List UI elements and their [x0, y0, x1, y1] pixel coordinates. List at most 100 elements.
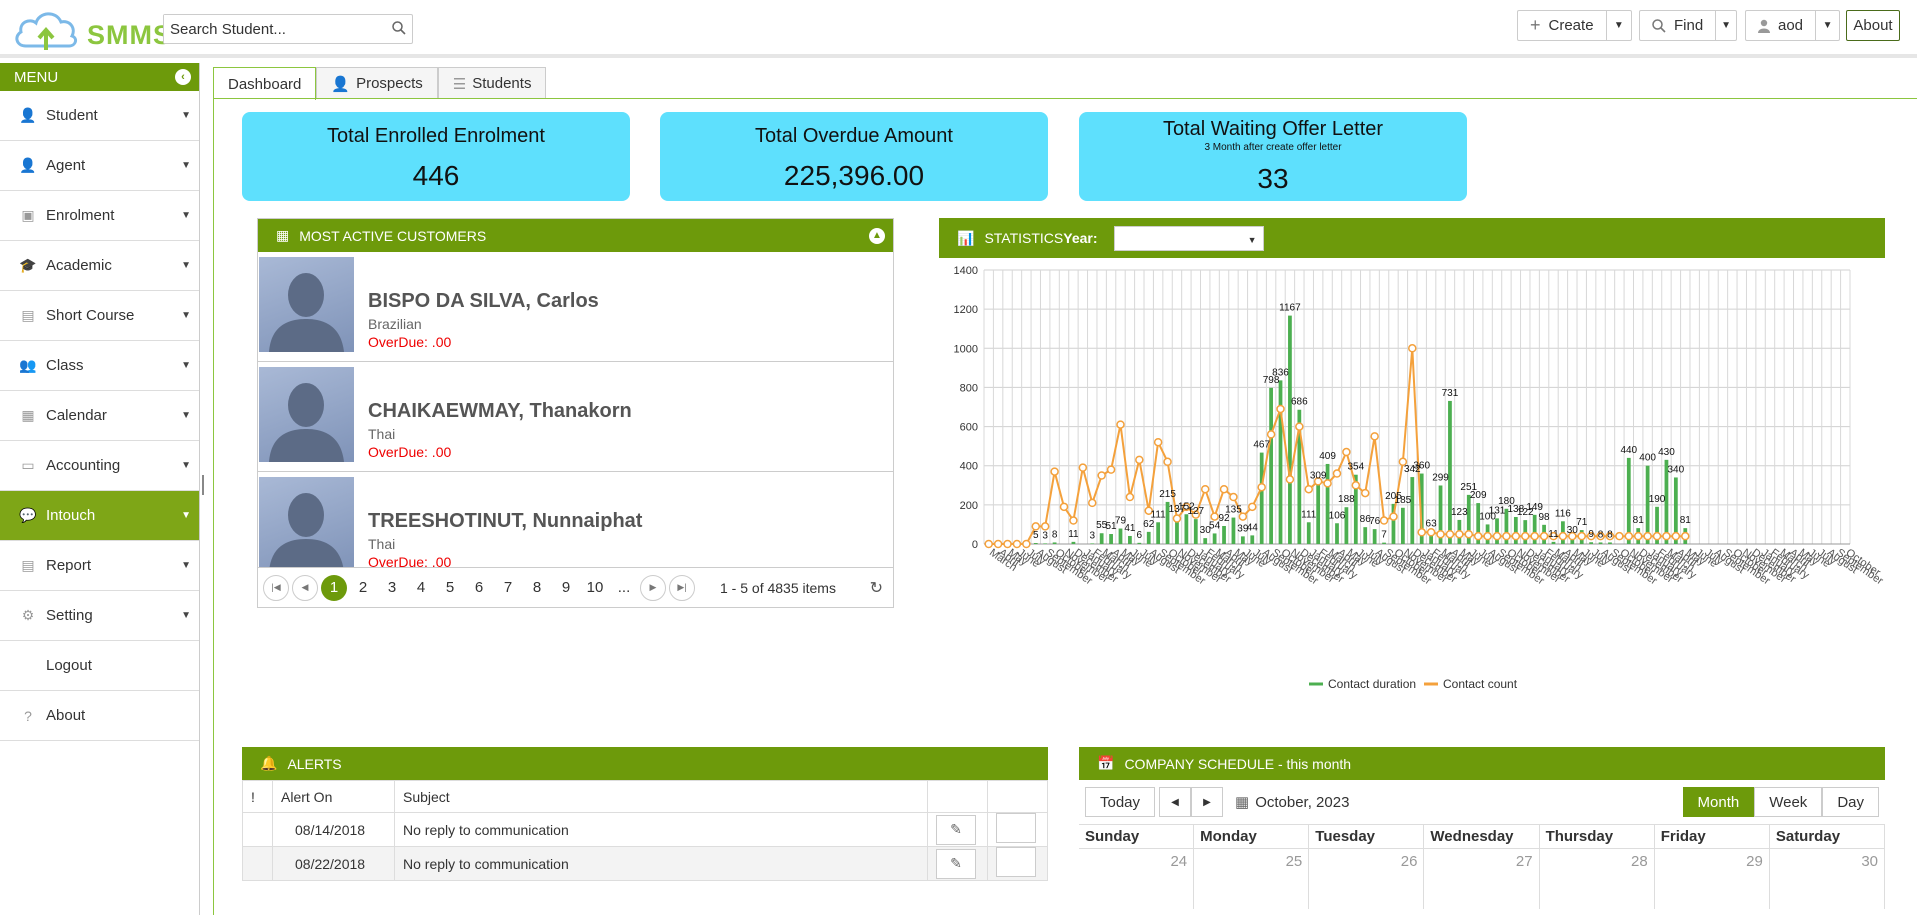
last-page-icon[interactable]: ▶| — [669, 574, 695, 601]
edit-icon[interactable]: ✎ — [936, 848, 976, 879]
column-header[interactable]: Subject — [394, 780, 928, 813]
chart-point — [1285, 475, 1295, 484]
page-button[interactable]: 7 — [495, 575, 521, 601]
calendar-day[interactable]: 30 — [1770, 849, 1885, 909]
page-button[interactable]: 6 — [466, 575, 492, 601]
next-page-icon[interactable]: ▶ — [640, 574, 666, 601]
action-button[interactable] — [996, 813, 1036, 843]
chart-bar — [1400, 507, 1405, 544]
view-month-button[interactable]: Month — [1682, 787, 1755, 817]
view-week-button[interactable]: Week — [1754, 787, 1823, 817]
column-header[interactable]: ! — [242, 780, 273, 813]
refresh-icon[interactable]: ↻ — [870, 578, 883, 598]
panel-header: 📅 COMPANY SCHEDULE - this month — [1079, 747, 1885, 780]
chart-bar — [1043, 543, 1048, 544]
tab-prospects[interactable]: 👤 Prospects — [316, 67, 438, 99]
search-input[interactable] — [164, 15, 379, 43]
prev-page-icon[interactable]: ◀ — [292, 574, 318, 601]
action-button[interactable] — [996, 847, 1036, 877]
tab-dashboard[interactable]: Dashboard — [213, 67, 317, 100]
sidebar-item-intouch[interactable]: 💬 Intouch ▼ — [0, 491, 199, 541]
year-select[interactable]: ▼ — [1113, 225, 1264, 251]
table-row[interactable]: 08/22/2018 No reply to communication ✎ — [242, 846, 1048, 881]
page-button[interactable]: 8 — [524, 575, 550, 601]
most-active-customers-panel: ▦ MOST ACTIVE CUSTOMERS ▲ BISPO DA SILVA… — [257, 218, 894, 608]
page-ellipsis-button[interactable]: ... — [611, 575, 637, 601]
sidebar-item-calendar[interactable]: ▦ Calendar ▼ — [0, 391, 199, 441]
period-picker[interactable]: ▦ October, 2023 — [1235, 793, 1350, 812]
column-header[interactable]: Alert On — [272, 780, 395, 813]
edit-icon[interactable]: ✎ — [936, 814, 976, 845]
chart-point — [1539, 531, 1549, 541]
data-label: 127 — [1187, 506, 1204, 517]
user-button-group: aod ▼ — [1745, 10, 1840, 41]
sidebar-item-report[interactable]: ▤ Report ▼ — [0, 541, 199, 591]
user-menu-button[interactable]: aod — [1746, 11, 1815, 40]
panel-title: COMPANY SCHEDULE - this month — [1124, 755, 1352, 772]
sidebar-item-agent[interactable]: 👤 Agent ▼ — [0, 141, 199, 191]
chart-bar — [1288, 315, 1292, 544]
chart-point — [1681, 531, 1690, 541]
list-item[interactable]: TREESHOTINUT, Nunnaiphat Thai OverDue: .… — [258, 472, 893, 567]
collapse-menu-icon[interactable]: ‹ — [175, 69, 191, 85]
page-button[interactable]: 9 — [553, 575, 579, 601]
chart-point — [1417, 528, 1426, 537]
calendar-day[interactable]: 27 — [1424, 849, 1540, 909]
page-button[interactable]: 5 — [437, 575, 463, 601]
chart-bar — [1156, 522, 1161, 544]
alerts-table: ! Alert On Subject 08/14/2018 No reply t… — [242, 780, 1048, 881]
find-button[interactable]: Find — [1640, 11, 1715, 40]
sidebar-item-academic[interactable]: 🎓 Academic ▼ — [0, 241, 199, 291]
sidebar-item-logout[interactable]: Logout — [0, 641, 199, 691]
find-button-group: Find ▼ — [1639, 10, 1737, 41]
calendar-day[interactable]: 25 — [1194, 849, 1310, 909]
first-page-icon[interactable]: |◀ — [263, 574, 289, 601]
table-row[interactable]: 08/14/2018 No reply to communication ✎ — [242, 812, 1048, 847]
sidebar-item-label: Short Course — [46, 307, 135, 324]
sidebar-item-class[interactable]: 👥 Class ▼ — [0, 341, 199, 391]
chart-point — [1464, 529, 1474, 539]
calendar-day[interactable]: 24 — [1079, 849, 1195, 909]
y-tick-label: 400 — [960, 461, 978, 473]
about-button[interactable]: About — [1846, 10, 1900, 41]
sidebar-item-accounting[interactable]: ▭ Accounting ▼ — [0, 441, 199, 491]
search-icon[interactable] — [392, 21, 406, 35]
create-button[interactable]: + Create — [1518, 11, 1606, 40]
sidebar: MENU ‹ 👤 Student ▼ 👤 Agent ▼ ▣ Enrolment ▼ 🎓 Ac… — [0, 63, 200, 915]
period-label: October, 2023 — [1255, 793, 1350, 811]
page-button[interactable]: 2 — [350, 575, 376, 601]
user-dropdown-toggle[interactable]: ▼ — [1815, 11, 1839, 40]
create-dropdown-toggle[interactable]: ▼ — [1605, 11, 1631, 40]
y-tick-label: 600 — [960, 422, 978, 434]
sidebar-item-enrolment[interactable]: ▣ Enrolment ▼ — [0, 191, 199, 241]
calendar-day[interactable]: 28 — [1540, 849, 1655, 909]
view-day-button[interactable]: Day — [1822, 787, 1879, 817]
page-button[interactable]: 3 — [379, 575, 405, 601]
next-month-icon[interactable]: ▶ — [1191, 787, 1223, 817]
list-item[interactable]: CHAIKAEWMAY, Thanakorn Thai OverDue: .00 — [258, 362, 893, 472]
data-label: 62 — [1143, 519, 1155, 530]
sidebar-item-short-course[interactable]: ▤ Short Course ▼ — [0, 291, 199, 341]
collapse-icon[interactable]: ▲ — [869, 227, 885, 244]
find-dropdown-toggle[interactable]: ▼ — [1715, 11, 1736, 40]
page-button[interactable]: 4 — [408, 575, 434, 601]
sidebar-item-student[interactable]: 👤 Student ▼ — [0, 91, 199, 141]
list-item[interactable]: BISPO DA SILVA, Carlos Brazilian OverDue… — [258, 252, 893, 362]
prev-month-icon[interactable]: ◀ — [1159, 787, 1191, 817]
sidebar-item-about[interactable]: ? About — [0, 691, 199, 741]
panel-header: ▦ MOST ACTIVE CUSTOMERS ▲ — [258, 219, 893, 252]
chart-point — [1558, 531, 1568, 541]
calendar-day[interactable]: 26 — [1309, 849, 1425, 909]
data-label: 11 — [1548, 529, 1559, 540]
tab-students[interactable]: ☰ Students — [437, 67, 547, 99]
sidebar-item-setting[interactable]: ⚙ Setting ▼ — [0, 591, 199, 641]
alert-subject: No reply to communication — [394, 846, 928, 881]
y-tick-label: 800 — [960, 382, 978, 394]
page-button[interactable]: 1 — [321, 574, 347, 601]
sidebar-splitter[interactable] — [202, 475, 205, 495]
page-button[interactable]: 10 — [582, 575, 608, 601]
chart-bar — [1090, 543, 1095, 544]
calendar-day[interactable]: 29 — [1655, 849, 1770, 909]
today-button[interactable]: Today — [1085, 787, 1155, 817]
app-logo[interactable]: SMMS — [12, 6, 171, 52]
